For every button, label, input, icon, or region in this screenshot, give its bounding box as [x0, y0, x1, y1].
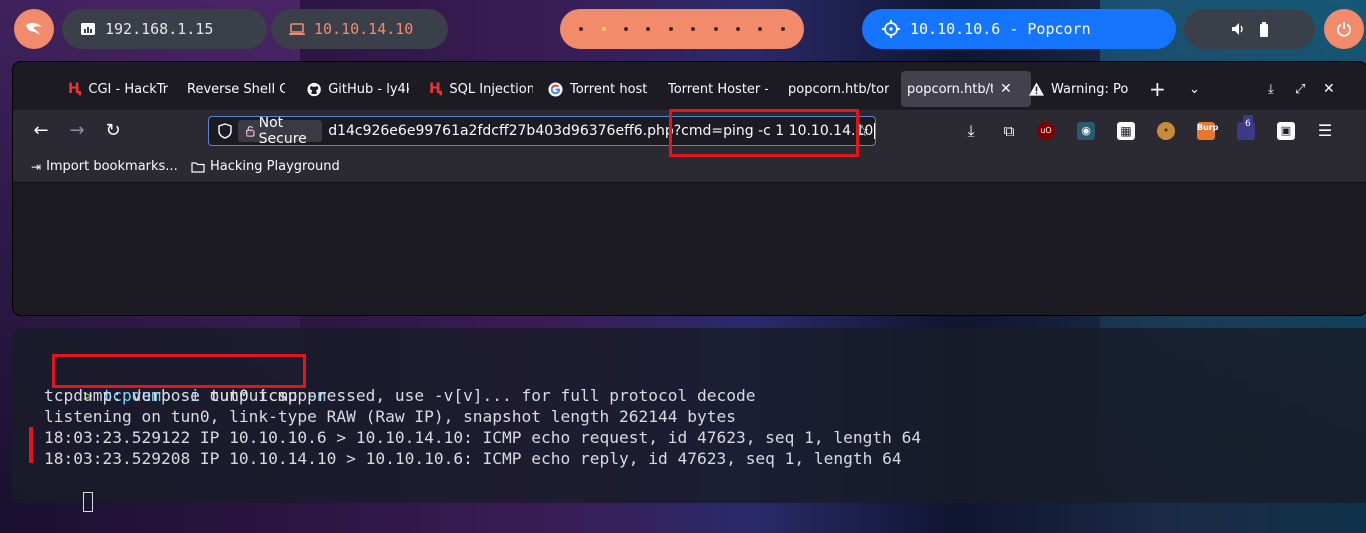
workspace-dot-7[interactable]: [713, 27, 718, 31]
tab-bar: Ⱨ CGI - HackTr Reverse Shell Ch GitHub -…: [13, 62, 1366, 110]
not-secure-indicator[interactable]: Not Secure: [238, 117, 323, 145]
plus-icon: +: [1149, 77, 1166, 101]
foxyproxy-icon[interactable]: 6: [1237, 115, 1255, 140]
downloads-button[interactable]: ⤓: [959, 119, 983, 143]
chevron-down-icon: ⌄: [1189, 81, 1200, 97]
reload-button[interactable]: ↻: [101, 119, 125, 143]
minimize-icon: ⤓: [1268, 81, 1274, 97]
workspace-dot-4[interactable]: [646, 27, 651, 31]
close-tab-icon[interactable]: ✕: [1000, 81, 1012, 97]
vpn-ip-text: 10.10.14.10: [314, 20, 414, 38]
reload-icon: ↻: [105, 120, 121, 141]
tab-popcorn-torrent[interactable]: popcorn.htb/tor: [788, 71, 890, 107]
import-icon: ⇥: [31, 159, 42, 174]
hacktricks-icon: Ⱨ: [68, 81, 82, 97]
command-highlight: [52, 354, 306, 388]
hamburger-menu-icon: ☰: [1317, 121, 1333, 140]
puzzle-icon: ⧉: [1003, 122, 1015, 140]
system-tray[interactable]: [1184, 9, 1315, 49]
tab-torrent-host[interactable]: Torrent host: [548, 71, 648, 107]
bookmark-folder-hacking[interactable]: Hacking Playground: [191, 159, 340, 174]
page-content: [13, 183, 1366, 315]
terminal-output-line: 18:03:23.529208 IP 10.10.14.10 > 10.10.1…: [44, 449, 902, 468]
url-param-highlight: [669, 109, 859, 157]
power-button[interactable]: [1324, 9, 1364, 49]
maximize-button[interactable]: ⤢: [1295, 71, 1311, 107]
screenshot-icon[interactable]: ▣: [1277, 122, 1295, 140]
target-text: 10.10.10.6 - Popcorn: [910, 20, 1091, 38]
bookmark-folder-label: Hacking Playground: [210, 159, 340, 174]
terminal-output-line: tcpdump: verbose output suppressed, use …: [44, 386, 756, 405]
workspace-dot-1[interactable]: [579, 27, 584, 31]
workspace-dot-10[interactable]: [780, 27, 785, 31]
burp-icon[interactable]: Burp: [1197, 122, 1219, 140]
crosshair-icon: [882, 20, 900, 38]
packet-lines-marker: [29, 427, 33, 463]
target-widget[interactable]: 10.10.10.6 - Popcorn: [862, 9, 1176, 49]
tab-torrent-hoster[interactable]: Torrent Hoster -: [668, 71, 768, 107]
bookmark-import[interactable]: ⇥ Import bookmarks...: [31, 159, 178, 174]
laptop-icon: [289, 22, 305, 35]
network-icon: [81, 23, 95, 35]
folder-icon: [191, 161, 205, 173]
warning-icon: [1029, 82, 1044, 96]
tab-popcorn-active[interactable]: popcorn.htb/t ✕: [901, 71, 1031, 107]
forward-button[interactable]: →: [65, 119, 89, 143]
extension-badge: 6: [1243, 115, 1253, 133]
workspace-dot-3[interactable]: [623, 27, 628, 31]
close-window-button[interactable]: ✕: [1323, 71, 1339, 107]
maximize-icon: ⤢: [1295, 81, 1306, 97]
local-ip-widget[interactable]: 192.168.1.15: [62, 9, 267, 49]
arrow-left-icon: ←: [33, 120, 49, 141]
google-icon: [548, 81, 563, 97]
app-menu-button[interactable]: ☰: [1313, 119, 1337, 143]
minimize-button[interactable]: ⤓: [1268, 71, 1284, 107]
tab-github[interactable]: GitHub - ly4k: [307, 71, 409, 107]
volume-icon[interactable]: [1231, 22, 1245, 36]
terminal-output-line: 18:03:23.529122 IP 10.10.10.6 > 10.10.14…: [44, 428, 922, 447]
browser-window: Ⱨ CGI - HackTr Reverse Shell Ch GitHub -…: [13, 62, 1366, 315]
hacker-mask-icon[interactable]: ◉: [1077, 122, 1095, 140]
tab-warning[interactable]: Warning: Po: [1029, 71, 1129, 107]
extensions-button[interactable]: ⧉: [997, 119, 1021, 143]
workspace-dot-8[interactable]: [735, 27, 740, 31]
battery-icon[interactable]: [1259, 21, 1269, 37]
workspace-switcher[interactable]: [560, 9, 804, 49]
hacktricks-icon: Ⱨ: [429, 81, 443, 97]
ublock-icon[interactable]: uO: [1037, 122, 1055, 140]
local-ip-text: 192.168.1.15: [105, 20, 214, 38]
broken-lock-icon: [246, 126, 255, 137]
bookmark-import-label: Import bookmarks...: [46, 159, 178, 174]
terminal-cursor: [82, 491, 93, 512]
list-tabs-button[interactable]: ⌄: [1189, 71, 1209, 107]
tab-cgi-hacktricks[interactable]: Ⱨ CGI - HackTr: [68, 71, 173, 107]
terminal-output-line: listening on tun0, link-type RAW (Raw IP…: [44, 407, 736, 426]
close-icon: ✕: [1323, 81, 1335, 97]
vpn-ip-widget[interactable]: 10.10.14.10: [271, 9, 448, 49]
tab-sql-injection[interactable]: Ⱨ SQL Injection: [429, 71, 533, 107]
terminal-cursor-line: [44, 469, 93, 533]
kali-dragon-icon: [26, 22, 42, 35]
new-tab-button[interactable]: +: [1149, 71, 1169, 107]
shield-icon[interactable]: [218, 123, 232, 139]
workspace-dot-5[interactable]: [668, 27, 673, 31]
arrow-right-icon: →: [69, 120, 85, 141]
download-icon: ⤓: [967, 121, 975, 140]
tab-reverse-shell[interactable]: Reverse Shell Ch: [187, 71, 285, 107]
workspace-dot-6[interactable]: [691, 27, 696, 31]
workspace-dot-2[interactable]: [601, 27, 606, 31]
kali-menu-button[interactable]: [14, 9, 54, 49]
qr-code-icon[interactable]: ▦: [1117, 122, 1135, 140]
not-secure-label: Not Secure: [258, 116, 307, 146]
cookie-icon[interactable]: •: [1157, 122, 1175, 140]
burp-label: Burp: [1197, 123, 1219, 132]
back-button[interactable]: ←: [29, 119, 53, 143]
github-icon: [307, 82, 321, 96]
workspace-dot-9[interactable]: [758, 27, 763, 31]
text-caret: [874, 123, 875, 139]
power-icon: [1337, 22, 1351, 37]
